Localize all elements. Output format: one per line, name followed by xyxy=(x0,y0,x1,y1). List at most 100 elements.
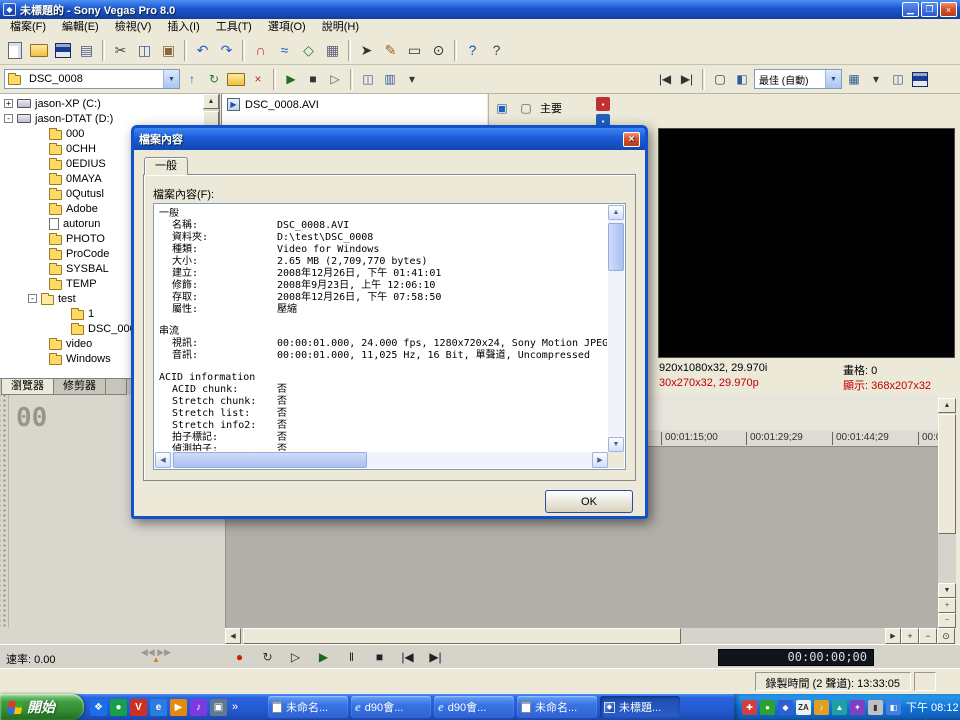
scrollbar-thumb[interactable] xyxy=(173,452,367,468)
go-to-start-icon[interactable]: |◀ xyxy=(655,69,675,89)
menu-item[interactable]: 工具(T) xyxy=(208,19,260,36)
quick-launch-icon-6[interactable]: ♪ xyxy=(190,699,207,716)
zoom-out-time-icon[interactable]: − xyxy=(919,628,937,644)
quick-launch-icon-7[interactable]: ▣ xyxy=(210,699,227,716)
scrub-marker-icon[interactable]: ▲ xyxy=(124,656,188,664)
tree-expander-icon[interactable]: + xyxy=(4,99,13,108)
auto-ripple-icon[interactable]: ≈ xyxy=(273,39,296,62)
quality-dropdown-icon[interactable]: ▼ xyxy=(825,70,841,88)
go-to-start-button[interactable]: |◀ xyxy=(396,648,419,666)
quick-launch-icon-1[interactable]: ❖ xyxy=(90,699,107,716)
zoom-out-track-height-icon[interactable]: − xyxy=(938,613,956,628)
tray-icon-5[interactable]: ♪ xyxy=(814,700,829,715)
interactive-tutorials-icon[interactable]: ? xyxy=(461,39,484,62)
toolbar-separator[interactable] xyxy=(702,69,705,90)
toolbar-separator[interactable] xyxy=(102,40,105,61)
restore-button[interactable]: ❐ xyxy=(921,2,938,17)
properties-textbox[interactable]: 一般 名稱: DSC_0008.AVI 資料夾: D:\test\DSC_000… xyxy=(153,203,626,470)
go-to-end-button[interactable]: ▶| xyxy=(424,648,447,666)
views-dropdown-icon[interactable]: ▾ xyxy=(402,69,422,89)
preview-quality-combobox[interactable]: 最佳 (自動) ▼ xyxy=(754,69,842,89)
dock-grip[interactable] xyxy=(0,395,9,628)
go-to-end-icon[interactable]: ▶| xyxy=(677,69,697,89)
tray-icon-9[interactable]: ◧ xyxy=(886,700,901,715)
stop-preview-icon[interactable]: ■ xyxy=(303,69,323,89)
pause-button[interactable]: ‖ xyxy=(340,648,363,666)
menu-item[interactable]: 檔案(F) xyxy=(2,19,54,36)
refresh-icon[interactable]: ↻ xyxy=(204,69,224,89)
copy-snapshot-icon[interactable]: ◫ xyxy=(888,69,908,89)
timeline-horizontal-scrollbar[interactable]: ◀ ▶ xyxy=(225,628,901,644)
quick-launch-icon-5[interactable]: ▶ xyxy=(170,699,187,716)
selection-edit-tool-icon[interactable]: ▭ xyxy=(403,39,426,62)
scrollbar-track[interactable] xyxy=(241,628,885,644)
transport-timecode-display[interactable]: 00:00:00;00 xyxy=(718,649,874,666)
views-icon[interactable]: ▥ xyxy=(380,69,400,89)
file-list-item[interactable]: ▶ DSC_0008.AVI xyxy=(222,94,487,115)
dialog-titlebar[interactable]: 檔案內容 × xyxy=(134,128,645,150)
tray-icon-2[interactable]: ● xyxy=(760,700,775,715)
taskbar-task-button[interactable]: ◆ 未標題... xyxy=(600,696,680,718)
zoom-tool-icon[interactable]: ⊙ xyxy=(937,628,955,644)
big-timecode-display[interactable]: 00 xyxy=(16,403,47,433)
split-screen-view-icon[interactable]: ◧ xyxy=(732,69,752,89)
scrub-control[interactable]: ◀◀ ▶▶ ▲ xyxy=(124,648,188,664)
tree-item[interactable]: - jason-DTAT (D:) xyxy=(0,111,203,126)
whats-this-help-icon[interactable]: ? xyxy=(485,39,508,62)
dock-tab[interactable] xyxy=(105,379,127,395)
stop-button[interactable]: ■ xyxy=(368,648,391,666)
project-properties-icon[interactable]: ▤ xyxy=(75,39,98,62)
scroll-left-icon[interactable]: ◀ xyxy=(225,628,241,644)
combobox-dropdown-icon[interactable]: ▼ xyxy=(163,70,179,88)
scroll-up-icon[interactable]: ▲ xyxy=(608,205,624,220)
scroll-left-icon[interactable]: ◀ xyxy=(155,452,171,468)
tree-item[interactable]: + jason-XP (C:) xyxy=(0,96,203,111)
scrollbar-track[interactable] xyxy=(608,220,624,437)
taskbar-task-button[interactable]: e d90會... xyxy=(351,696,431,718)
toolbar-separator[interactable] xyxy=(454,40,457,61)
zoom-edit-tool-icon[interactable]: ⊙ xyxy=(427,39,450,62)
app-titlebar[interactable]: ◆ 未標題的 - Sony Vegas Pro 8.0 ▁ ❐ × xyxy=(0,0,960,19)
scrollbar-track[interactable] xyxy=(938,413,956,583)
tray-icon-4[interactable]: ZA xyxy=(796,700,811,715)
menu-item[interactable]: 說明(H) xyxy=(314,19,367,36)
redo-icon[interactable]: ↷ xyxy=(215,39,238,62)
save-snapshot-icon[interactable] xyxy=(910,69,930,89)
ignore-event-grouping-icon[interactable]: ▦ xyxy=(321,39,344,62)
dialog-vertical-scrollbar[interactable]: ▲ ▼ xyxy=(608,205,624,452)
tray-icon-7[interactable]: ✦ xyxy=(850,700,865,715)
normal-edit-tool-icon[interactable]: ➤ xyxy=(355,39,378,62)
open-project-icon[interactable] xyxy=(27,39,50,62)
save-project-icon[interactable] xyxy=(51,39,74,62)
zoom-in-track-height-icon[interactable]: + xyxy=(938,598,956,613)
scrollbar-thumb[interactable] xyxy=(938,414,956,534)
taskbar-task-button[interactable]: 未命名... xyxy=(517,696,597,718)
scroll-right-icon[interactable]: ▶ xyxy=(592,452,608,468)
tray-icon-8[interactable]: ▮ xyxy=(868,700,883,715)
lock-envelopes-icon[interactable]: ◇ xyxy=(297,39,320,62)
toolbar-separator[interactable] xyxy=(273,69,276,90)
address-combobox[interactable]: DSC_0008 ▼ xyxy=(4,69,180,89)
checkbox-icon[interactable]: ▢ xyxy=(516,98,536,118)
play-from-start-button[interactable]: ▷ xyxy=(284,648,307,666)
start-preview-icon[interactable]: ▶ xyxy=(281,69,301,89)
media-manager-icon[interactable]: ◫ xyxy=(358,69,378,89)
overlays-dropdown-icon[interactable]: ▾ xyxy=(866,69,886,89)
tree-expander-icon[interactable]: - xyxy=(4,114,13,123)
minimize-button[interactable]: ▁ xyxy=(902,2,919,17)
scroll-up-icon[interactable]: ▲ xyxy=(203,94,219,109)
overlays-grid-icon[interactable]: ▦ xyxy=(844,69,864,89)
toolbar-separator[interactable] xyxy=(348,40,351,61)
quick-launch-icon-2[interactable]: ● xyxy=(110,699,127,716)
paste-icon[interactable]: ▣ xyxy=(157,39,180,62)
scroll-down-icon[interactable]: ▼ xyxy=(608,437,624,452)
scrollbar-thumb[interactable] xyxy=(243,628,681,644)
record-button[interactable]: ● xyxy=(228,648,251,666)
ok-button[interactable]: OK xyxy=(545,490,633,513)
scrollbar-track[interactable] xyxy=(171,452,592,468)
timeline-vertical-scrollbar[interactable]: ▲ ▼ + − xyxy=(938,398,956,628)
start-button[interactable]: 開始 xyxy=(0,694,84,720)
loop-playback-button[interactable]: ↻ xyxy=(256,648,279,666)
menu-item[interactable]: 插入(I) xyxy=(159,19,207,36)
quick-launch-overflow-icon[interactable]: » xyxy=(230,701,240,713)
